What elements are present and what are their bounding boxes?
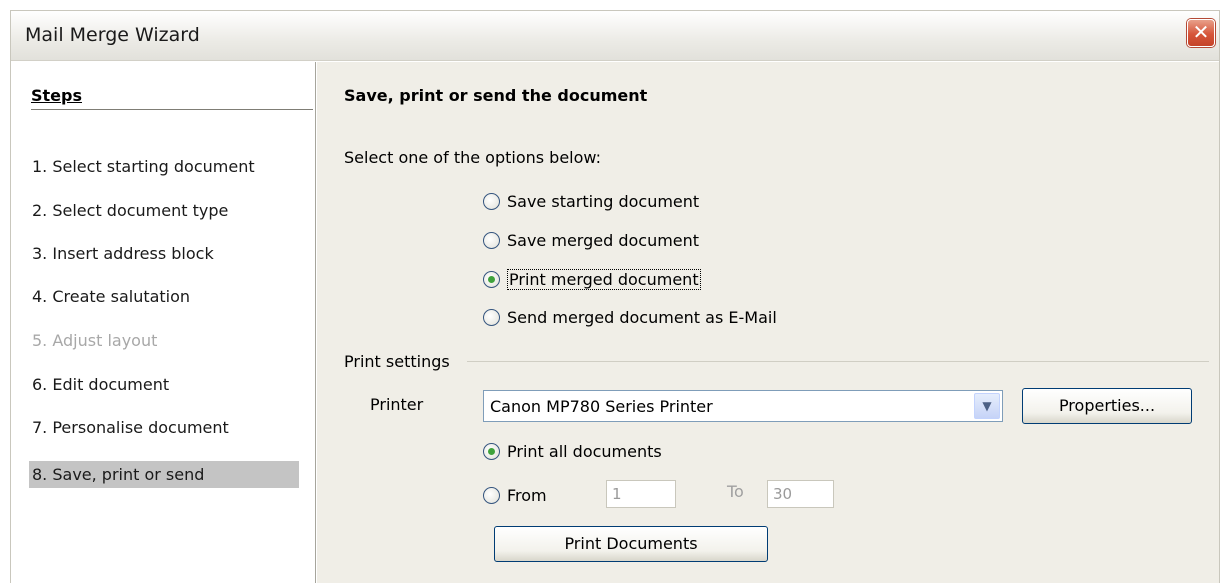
option-save-starting-document[interactable]: Save starting document (483, 189, 699, 213)
option-save-merged-document[interactable]: Save merged document (483, 228, 699, 252)
chevron-down-icon[interactable]: ▼ (974, 393, 1000, 419)
radio-icon[interactable] (483, 192, 500, 210)
wizard-content-panel: Save, print or send the document Select … (317, 62, 1219, 583)
window-title: Mail Merge Wizard (25, 24, 200, 46)
instruction-text: Select one of the options below: (344, 148, 602, 167)
option-from-range[interactable]: From (483, 483, 547, 507)
radio-icon[interactable] (483, 308, 500, 326)
printer-select-value: Canon MP780 Series Printer (490, 397, 713, 416)
step-save-print-or-send[interactable]: 8. Save, print or send (29, 461, 299, 488)
print-documents-button[interactable]: Print Documents (494, 526, 768, 562)
printer-label: Printer (370, 395, 424, 414)
option-print-all-documents[interactable]: Print all documents (483, 439, 662, 463)
mail-merge-wizard-window: Mail Merge Wizard ✕ Steps 1. Select star… (10, 10, 1220, 583)
step-select-document-type[interactable]: 2. Select document type (29, 197, 299, 224)
steps-sidebar: Steps 1. Select starting document 2. Sel… (11, 62, 316, 583)
properties-button[interactable]: Properties... (1022, 388, 1192, 424)
to-label: To (727, 482, 744, 501)
close-icon: ✕ (1192, 20, 1210, 44)
option-send-merged-document-email[interactable]: Send merged document as E-Mail (483, 305, 777, 329)
from-input[interactable]: 1 (606, 480, 676, 508)
step-select-starting-document[interactable]: 1. Select starting document (29, 153, 299, 180)
option-label: From (507, 485, 547, 505)
step-adjust-layout: 5. Adjust layout (32, 331, 158, 350)
radio-icon[interactable] (483, 486, 500, 504)
close-button[interactable]: ✕ (1187, 19, 1215, 47)
option-label: Send merged document as E-Mail (507, 307, 777, 327)
to-input[interactable]: 30 (767, 480, 834, 508)
step-edit-document[interactable]: 6. Edit document (29, 371, 299, 398)
title-bar: Mail Merge Wizard ✕ (11, 11, 1219, 61)
step-personalise-document[interactable]: 7. Personalise document (29, 414, 299, 441)
option-label: Print merged document (507, 268, 701, 290)
printer-select[interactable]: Canon MP780 Series Printer ▼ (483, 390, 1003, 422)
step-insert-address-block[interactable]: 3. Insert address block (29, 240, 299, 267)
radio-icon[interactable] (483, 231, 500, 249)
radio-checked-icon[interactable] (483, 270, 500, 288)
option-label: Save merged document (507, 230, 700, 250)
steps-header: Steps (31, 86, 313, 110)
step-create-salutation[interactable]: 4. Create salutation (29, 283, 299, 310)
page-title: Save, print or send the document (344, 86, 648, 105)
radio-checked-icon[interactable] (483, 442, 500, 460)
print-settings-label: Print settings (344, 352, 450, 371)
option-label: Print all documents (507, 441, 662, 461)
option-label: Save starting document (507, 191, 700, 211)
group-divider (467, 361, 1209, 362)
option-print-merged-document[interactable]: Print merged document (483, 267, 701, 291)
